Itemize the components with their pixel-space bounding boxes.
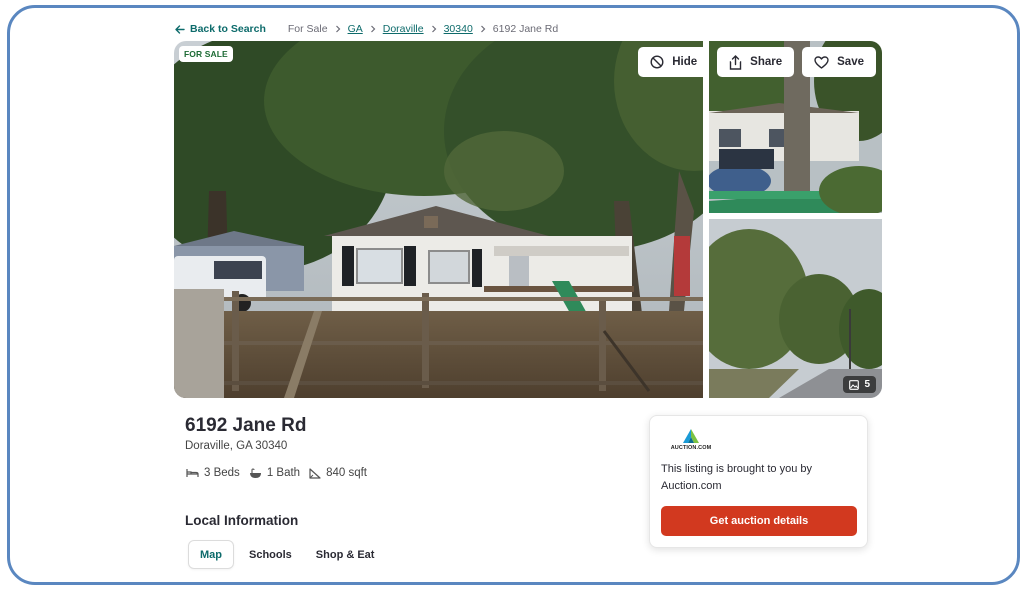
listing-facts: 3 Beds 1 Bath 840 sqft [186, 467, 376, 479]
hide-label: Hide [672, 56, 698, 68]
auction-logo: AUCTION.COM [668, 428, 714, 454]
chevron-right-icon [480, 25, 486, 33]
breadcrumb-state-link[interactable]: GA [348, 23, 363, 35]
auction-card-text: This listing is brought to you by Auctio… [661, 463, 813, 492]
share-button[interactable]: Share [717, 47, 795, 77]
share-icon [729, 54, 742, 70]
sqft-value: 840 sqft [326, 467, 367, 479]
photo-icon [849, 379, 860, 390]
tab-shop-eat[interactable]: Shop & Eat [307, 540, 384, 569]
share-label: Share [750, 56, 783, 68]
photo-count-value: 5 [864, 379, 870, 390]
listing-city-line: Doraville, GA 30340 [185, 440, 288, 452]
tab-map[interactable]: Map [188, 540, 234, 569]
auction-logo-icon [683, 429, 699, 443]
arrow-left-icon [175, 24, 185, 34]
heart-icon [814, 55, 829, 69]
photo-gallery: FOR SALE 5 Hide Share Save [174, 41, 882, 398]
local-info-tabs: Map Schools Shop & Eat [188, 540, 389, 569]
chevron-right-icon [431, 25, 437, 33]
get-auction-details-button[interactable]: Get auction details [661, 506, 857, 536]
breadcrumb-city-link[interactable]: Doraville [383, 23, 424, 35]
for-sale-badge: FOR SALE [179, 46, 233, 62]
breadcrumb-current: 6192 Jane Rd [492, 23, 559, 35]
save-label: Save [837, 56, 864, 68]
baths-value: 1 Bath [266, 467, 301, 479]
sqft-fact: 840 sqft [309, 467, 367, 479]
back-to-search-label: Back to Search [190, 23, 266, 35]
breadcrumb-for-sale: For Sale [287, 23, 328, 35]
thumbnail-photo-2[interactable]: 5 [709, 219, 882, 398]
hide-button[interactable]: Hide [638, 47, 710, 77]
bath-icon [249, 467, 261, 478]
beds-value: 3 Beds [204, 467, 240, 479]
browser-frame: Back to Search For Sale GA Doraville 303… [7, 5, 1020, 585]
baths-fact: 1 Bath [249, 467, 300, 479]
auction-logo-text: AUCTION.COM [670, 445, 712, 451]
photo-count-badge[interactable]: 5 [843, 376, 876, 393]
auction-card: AUCTION.COM This listing is brought to y… [649, 415, 868, 548]
chevron-right-icon [335, 25, 341, 33]
beds-fact: 3 Beds [186, 467, 240, 479]
tab-schools[interactable]: Schools [240, 540, 301, 569]
bed-icon [186, 469, 199, 477]
breadcrumb: Back to Search For Sale GA Doraville 303… [175, 21, 558, 37]
photo-actions: Hide Share Save [638, 47, 876, 77]
save-button[interactable]: Save [802, 47, 876, 77]
listing-address: 6192 Jane Rd [185, 415, 307, 436]
main-photo[interactable]: FOR SALE [174, 41, 703, 398]
sqft-icon [309, 467, 321, 479]
hide-icon [650, 55, 664, 69]
local-information-heading: Local Information [185, 513, 299, 528]
breadcrumb-zip-link[interactable]: 30340 [444, 23, 473, 35]
chevron-right-icon [370, 25, 376, 33]
back-to-search-link[interactable]: Back to Search [175, 23, 266, 35]
